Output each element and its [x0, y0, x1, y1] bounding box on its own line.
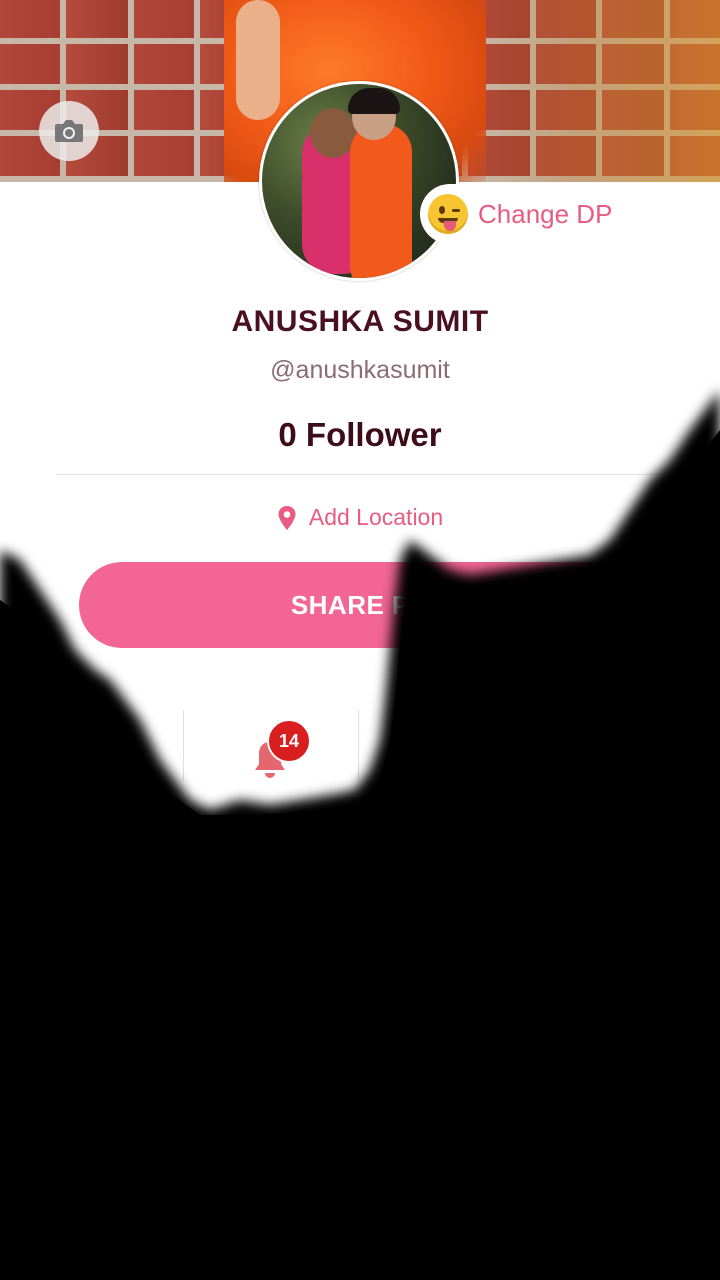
change-dp-button[interactable]: Change DP — [420, 184, 627, 244]
cover-photo-arm — [236, 0, 280, 120]
profile-handle: @anushkasumit — [270, 356, 450, 384]
add-location-label: Add Location — [308, 504, 444, 530]
avatar-person-2-hair — [348, 88, 400, 114]
share-profile-label: SHARE PR — [290, 589, 430, 620]
add-location-link[interactable]: Add Location — [0, 504, 720, 531]
tab-separator — [183, 710, 184, 780]
tongue-out-emoji-icon — [428, 194, 468, 234]
profile-avatar[interactable] — [259, 81, 459, 281]
profile-name: ANUSHKA SUMIT — [231, 305, 489, 338]
avatar-person-2 — [350, 124, 412, 278]
share-profile-button[interactable]: SHARE PR — [79, 562, 641, 648]
change-dp-label: Change DP — [478, 198, 613, 229]
follower-count[interactable]: 0 Follower — [0, 416, 720, 454]
change-cover-button[interactable] — [39, 101, 99, 161]
camera-icon — [55, 120, 83, 142]
tab-separator — [358, 710, 359, 780]
divider — [56, 474, 664, 475]
location-pin-icon — [278, 505, 296, 530]
notification-badge: 14 — [267, 719, 311, 763]
